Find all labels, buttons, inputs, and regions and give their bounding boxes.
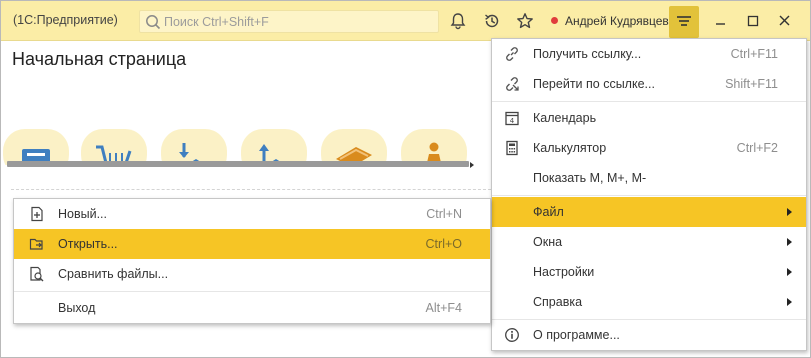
bell-icon[interactable] bbox=[448, 11, 468, 31]
horizontal-scrollbar[interactable] bbox=[7, 161, 469, 167]
menu-item-label: Показать М, М+, М- bbox=[533, 171, 647, 185]
download-tile[interactable] bbox=[161, 129, 227, 165]
svg-text:4: 4 bbox=[510, 117, 515, 125]
person-tile[interactable] bbox=[401, 129, 467, 165]
file-item-compare[interactable]: Сравнить файлы... bbox=[14, 259, 490, 289]
main-menu-dropdown: Получить ссылку... Ctrl+F11 Перейти по с… bbox=[491, 38, 807, 351]
search-icon bbox=[146, 15, 161, 30]
menu-item-shortcut: Ctrl+F11 bbox=[730, 47, 778, 61]
menu-item-label: Окна bbox=[533, 235, 563, 249]
app-title: (1С:Предприятие) bbox=[13, 13, 118, 27]
info-icon bbox=[505, 328, 519, 342]
close-icon[interactable] bbox=[774, 11, 796, 31]
menu-item-get-link[interactable]: Получить ссылку... Ctrl+F11 bbox=[492, 39, 806, 69]
menu-item-label: Справка bbox=[533, 295, 583, 309]
file-item-shortcut: Ctrl+N bbox=[426, 207, 462, 221]
page-title: Начальная страница bbox=[12, 49, 187, 69]
menu-item-help[interactable]: Справка bbox=[492, 287, 806, 317]
section-divider bbox=[11, 189, 491, 190]
menu-item-label: О программе... bbox=[533, 328, 620, 342]
cart-tile[interactable] bbox=[81, 129, 147, 165]
minimize-icon[interactable] bbox=[710, 11, 732, 31]
menu-item-follow-link[interactable]: Перейти по ссылке... Shift+F11 bbox=[492, 69, 806, 99]
main-menu-button[interactable] bbox=[669, 6, 699, 38]
submenu-arrow-icon bbox=[787, 208, 792, 216]
search-box[interactable] bbox=[139, 10, 439, 33]
maximize-icon[interactable] bbox=[742, 11, 764, 31]
upload-tile[interactable] bbox=[241, 129, 307, 165]
menu-item-label: Калькулятор bbox=[533, 141, 607, 155]
new-file-icon bbox=[31, 206, 43, 222]
file-item-label: Выход bbox=[58, 301, 96, 315]
menu-item-label: Перейти по ссылке... bbox=[533, 77, 655, 91]
menu-item-label: Календарь bbox=[533, 111, 597, 125]
calculator-icon bbox=[506, 140, 518, 156]
open-folder-icon bbox=[29, 238, 43, 250]
menu-separator bbox=[492, 101, 806, 102]
menu-item-calculator[interactable]: Калькулятор Ctrl+F2 bbox=[492, 133, 806, 163]
link-icon bbox=[506, 47, 518, 61]
file-submenu: Новый... Ctrl+N Открыть... Ctrl+O Сравни… bbox=[13, 198, 491, 324]
search-input[interactable] bbox=[164, 12, 434, 31]
app-window: (1С:Предприятие) Андрей Кудрявцев bbox=[0, 0, 811, 358]
file-item-shortcut: Alt+F4 bbox=[425, 301, 462, 315]
file-item-label: Новый... bbox=[58, 207, 108, 221]
menu-item-label: Настройки bbox=[533, 265, 595, 279]
scroll-right-icon[interactable] bbox=[467, 160, 477, 170]
menu-item-calendar[interactable]: 4 Календарь bbox=[492, 103, 806, 133]
money-tile[interactable] bbox=[321, 129, 387, 165]
title-bar: (1С:Предприятие) Андрей Кудрявцев bbox=[1, 1, 810, 41]
file-item-new[interactable]: Новый... Ctrl+N bbox=[14, 199, 490, 229]
user-name: Андрей Кудрявцев bbox=[565, 14, 669, 28]
menu-item-windows[interactable]: Окна bbox=[492, 227, 806, 257]
menu-item-settings[interactable]: Настройки bbox=[492, 257, 806, 287]
file-item-open[interactable]: Открыть... Ctrl+O bbox=[14, 229, 490, 259]
file-item-label: Открыть... bbox=[58, 237, 118, 251]
online-status-dot bbox=[551, 17, 558, 24]
menu-item-shortcut: Shift+F11 bbox=[725, 77, 778, 91]
menu-item-label: Файл bbox=[533, 205, 564, 219]
menu-icon bbox=[677, 16, 691, 26]
calendar-icon: 4 bbox=[505, 111, 519, 126]
menu-item-label: Получить ссылку... bbox=[533, 47, 642, 61]
star-icon[interactable] bbox=[515, 11, 535, 31]
compare-files-icon bbox=[30, 266, 44, 282]
user-indicator[interactable]: Андрей Кудрявцев bbox=[551, 14, 669, 28]
file-item-exit[interactable]: Выход Alt+F4 bbox=[14, 293, 490, 323]
follow-link-icon bbox=[506, 77, 519, 91]
menu-item-shortcut: Ctrl+F2 bbox=[736, 141, 778, 155]
section-tiles bbox=[1, 125, 471, 165]
document-tile[interactable] bbox=[3, 129, 69, 165]
menu-item-show-memory[interactable]: Показать М, М+, М- bbox=[492, 163, 806, 193]
menu-separator bbox=[492, 195, 806, 196]
menu-separator bbox=[14, 291, 490, 292]
file-item-label: Сравнить файлы... bbox=[58, 267, 169, 281]
submenu-arrow-icon bbox=[787, 268, 792, 276]
submenu-arrow-icon bbox=[787, 298, 792, 306]
menu-item-about[interactable]: О программе... bbox=[492, 320, 806, 350]
file-item-shortcut: Ctrl+O bbox=[425, 237, 462, 251]
menu-item-file[interactable]: Файл bbox=[492, 197, 806, 227]
submenu-arrow-icon bbox=[787, 238, 792, 246]
history-icon[interactable] bbox=[482, 11, 502, 31]
